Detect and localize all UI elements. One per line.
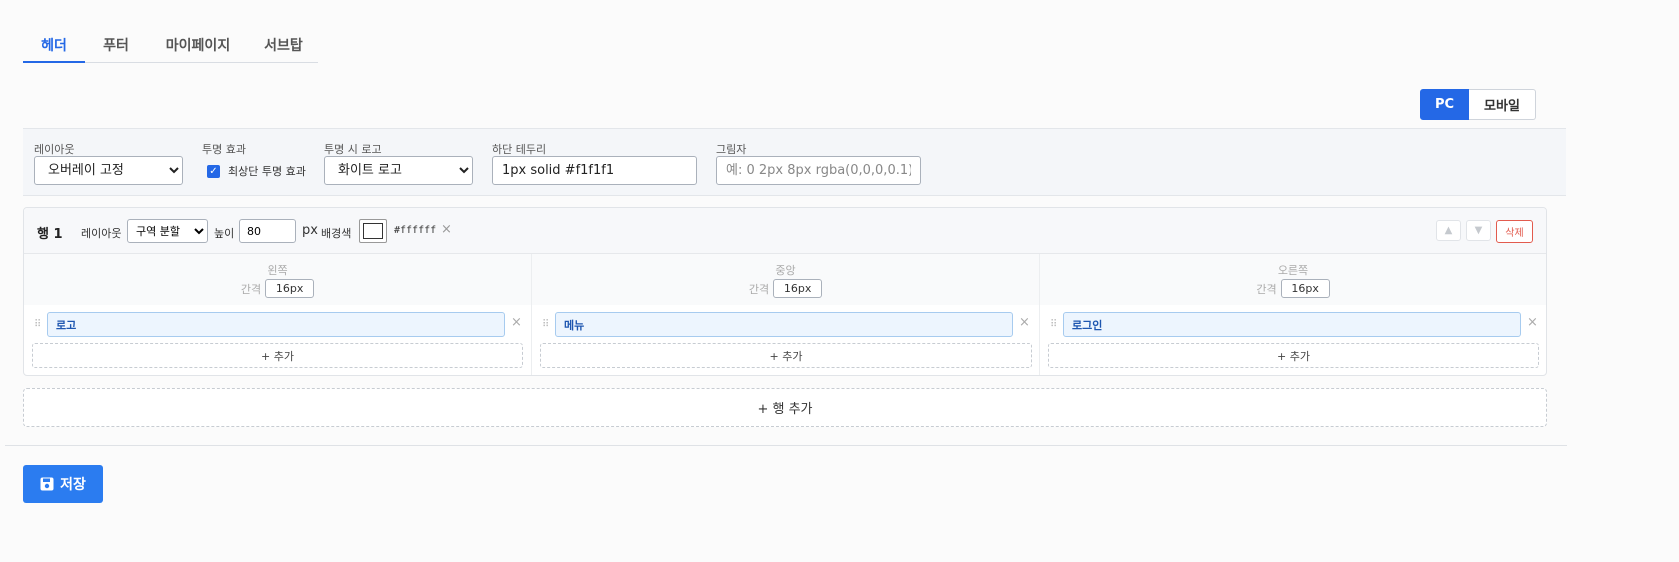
row-bg-value: #ffffff [394, 225, 437, 236]
column-center: 중앙 간격 ⠿ 메뉴 × + 추가 [531, 254, 1039, 375]
gap-label: 간격 [748, 282, 770, 296]
column-gap: 간격 [1040, 279, 1546, 298]
shadow-field: 그림자 [716, 141, 921, 185]
column-name: 중앙 [775, 264, 796, 277]
clear-bg-icon[interactable]: × [441, 222, 452, 237]
mobile-button[interactable]: 모바일 [1469, 89, 1536, 120]
row-title: 행 1 [37, 227, 63, 242]
header-settings-panel: 레이아웃 오버레이 고정 투명 효과 ✓ 최상단 투명 효과 투명 시 로고 화… [23, 128, 1566, 196]
row-height-unit: px [302, 223, 318, 238]
add-element-button[interactable]: + 추가 [540, 343, 1032, 368]
row-height-label: 높이 [214, 227, 235, 240]
element-chip[interactable]: 로고 [47, 312, 505, 337]
layout-field: 레이아웃 오버레이 고정 [34, 141, 183, 185]
column-gap: 간격 [24, 279, 531, 298]
column-name: 왼쪽 [267, 264, 288, 277]
bottom-border-field: 하단 테두리 [492, 141, 697, 185]
list-item: ⠿ 메뉴 × [542, 312, 1036, 337]
save-button[interactable]: 저장 [23, 465, 103, 503]
add-element-button[interactable]: + 추가 [32, 343, 523, 368]
transparency-field: 투명 효과 ✓ 최상단 투명 효과 [202, 141, 306, 179]
shadow-label: 그림자 [716, 143, 747, 156]
gap-input[interactable] [1280, 279, 1330, 298]
bottom-border-label: 하단 테두리 [492, 143, 547, 156]
drag-handle-icon[interactable]: ⠿ [542, 319, 549, 330]
layout-select[interactable]: 오버레이 고정 [34, 156, 183, 185]
tab-mypage[interactable]: 마이페이지 [147, 28, 249, 63]
drag-handle-icon[interactable]: ⠿ [1050, 319, 1057, 330]
top-transparency-label: 최상단 투명 효과 [228, 165, 306, 178]
column-name: 오른쪽 [1277, 264, 1309, 277]
element-chip[interactable]: 메뉴 [555, 312, 1013, 337]
column-header: 왼쪽 간격 [24, 254, 531, 305]
row-toolbar: 행 1 레이아웃 구역 분할 높이 px 배경색 #ffffff × ▲ ▼ 삭… [24, 208, 1546, 254]
column-header: 중앙 간격 [532, 254, 1039, 305]
move-up-button[interactable]: ▲ [1436, 220, 1461, 241]
column-header: 오른쪽 간격 [1040, 254, 1546, 305]
tab-subtop[interactable]: 서브탑 [249, 28, 318, 63]
arrow-down-icon: ▼ [1474, 225, 1483, 236]
layout-label: 레이아웃 [34, 143, 75, 156]
row-height-input[interactable] [239, 219, 296, 243]
column-right: 오른쪽 간격 ⠿ 로그인 × + 추가 [1039, 254, 1546, 375]
top-transparency-toggle[interactable]: ✓ 최상단 투명 효과 [202, 163, 306, 179]
row-bg-color-picker[interactable] [359, 219, 387, 243]
gap-label: 간격 [240, 282, 262, 296]
arrow-up-icon: ▲ [1444, 225, 1453, 236]
tab-bar: 헤더 푸터 마이페이지 서브탑 [23, 28, 318, 63]
transparent-logo-field: 투명 시 로고 화이트 로고 [324, 141, 473, 185]
column-gap: 간격 [532, 279, 1039, 298]
device-toggle: PC 모바일 [1420, 89, 1536, 120]
divider [5, 445, 1567, 446]
column-left: 왼쪽 간격 ⠿ 로고 × + 추가 [24, 254, 531, 375]
drag-handle-icon[interactable]: ⠿ [34, 319, 41, 330]
transparency-label: 투명 효과 [202, 143, 246, 156]
save-disk-icon [40, 477, 54, 491]
row-layout-select[interactable]: 구역 분할 [127, 219, 208, 243]
pc-button[interactable]: PC [1420, 89, 1469, 120]
list-item: ⠿ 로그인 × [1050, 312, 1544, 337]
move-down-button[interactable]: ▼ [1466, 220, 1491, 241]
gap-input[interactable] [265, 279, 315, 298]
row-bg-label: 배경색 [321, 227, 352, 240]
color-swatch [363, 223, 383, 239]
tab-header[interactable]: 헤더 [23, 28, 85, 63]
header-row-card: 행 1 레이아웃 구역 분할 높이 px 배경색 #ffffff × ▲ ▼ 삭… [23, 207, 1547, 376]
remove-element-icon[interactable]: × [511, 315, 522, 330]
transparent-logo-label: 투명 시 로고 [324, 143, 382, 156]
add-row-button[interactable]: + 행 추가 [23, 388, 1547, 427]
delete-row-button[interactable]: 삭제 [1496, 220, 1533, 243]
list-item: ⠿ 로고 × [34, 312, 528, 337]
checkbox-checked-icon[interactable]: ✓ [207, 164, 220, 178]
element-chip[interactable]: 로그인 [1063, 312, 1521, 337]
save-label: 저장 [60, 477, 86, 493]
gap-input[interactable] [773, 279, 823, 298]
add-element-button[interactable]: + 추가 [1048, 343, 1539, 368]
remove-element-icon[interactable]: × [1527, 315, 1538, 330]
gap-label: 간격 [1256, 282, 1277, 296]
shadow-input[interactable] [716, 156, 921, 185]
bottom-border-input[interactable] [492, 156, 697, 185]
tab-footer[interactable]: 푸터 [85, 28, 147, 63]
row-layout-label: 레이아웃 [81, 227, 122, 240]
transparent-logo-select[interactable]: 화이트 로고 [324, 156, 473, 185]
remove-element-icon[interactable]: × [1019, 315, 1030, 330]
